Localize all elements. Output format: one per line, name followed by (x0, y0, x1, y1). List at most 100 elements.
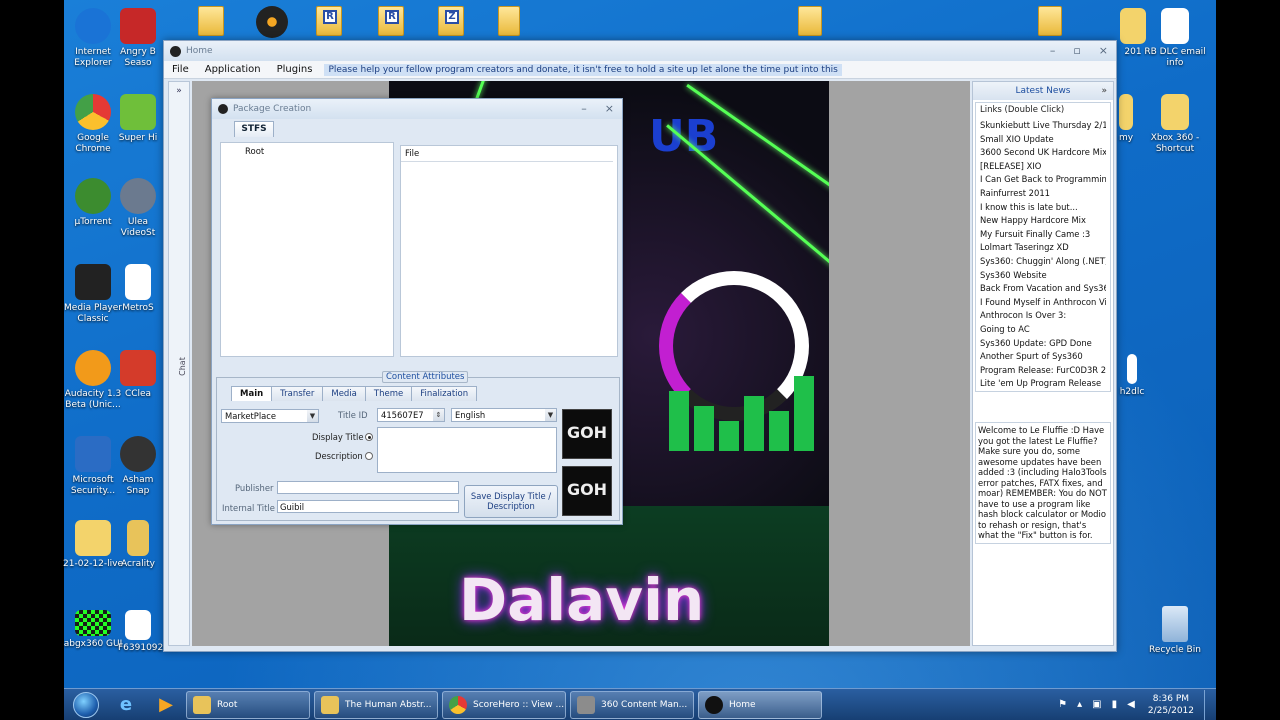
taskbar-item-root[interactable]: Root (186, 690, 310, 719)
save-display-title-button[interactable]: Save Display Title / Description (464, 485, 558, 518)
chevron-right-icon[interactable]: » (169, 86, 189, 96)
list-item[interactable]: New Happy Hardcore Mix (980, 214, 1106, 228)
desktop-icon-google-chrome[interactable]: Google Chrome (62, 94, 124, 155)
desktop-icon-super-hi[interactable]: Super Hi (118, 94, 158, 144)
menu-plugins[interactable]: Plugins (269, 64, 321, 75)
usb-icon[interactable]: ▣ (1092, 699, 1101, 710)
media-icon[interactable] (256, 6, 288, 38)
chevron-down-icon[interactable]: ▼ (545, 409, 556, 421)
publisher-input[interactable] (277, 481, 459, 494)
list-item[interactable]: Going to AC (980, 323, 1106, 337)
desktop-icon-abgx360-gui[interactable]: abgx360 GUI (62, 610, 124, 650)
tab-media[interactable]: Media (322, 386, 366, 401)
list-item[interactable]: Skunkiebutt Live Thursday 2/16 (980, 119, 1106, 133)
display-title-radio[interactable] (365, 433, 373, 441)
desktop-icon-recycle-bin[interactable]: Recycle Bin (1144, 606, 1206, 656)
desktop-icon-acrality[interactable]: Acrality (118, 520, 158, 570)
tree-root-node[interactable]: Root (245, 147, 264, 157)
desktop-icon-videostudio[interactable]: Ulea VideoSt (118, 178, 158, 239)
folder-icon[interactable] (498, 6, 520, 36)
minimize-icon[interactable]: – (581, 102, 587, 115)
folder-icon[interactable] (1038, 6, 1062, 36)
title-id-field[interactable]: 415607E7 ⇕ (377, 408, 445, 422)
list-item[interactable]: I Can Get Back to Programming :O (980, 173, 1106, 187)
chevron-down-icon[interactable]: ▼ (307, 410, 318, 422)
description-radio[interactable] (365, 452, 373, 460)
list-item[interactable]: Back From Vacation and Sys360 (980, 282, 1106, 296)
list-item[interactable]: I know this is late but... (980, 201, 1106, 215)
package-thumbnail[interactable]: GOH (562, 409, 612, 459)
desktop-icon-f63910920[interactable]: F63910920... (118, 610, 178, 654)
list-item[interactable]: Anthrocon Is Over 3: (980, 309, 1106, 323)
package-tree[interactable]: Root (220, 142, 394, 357)
display-title-textarea[interactable] (377, 427, 557, 473)
media-player-pin[interactable]: ▶ (146, 690, 186, 720)
taskbar-item-scorehero[interactable]: ScoreHero :: View ... (442, 690, 566, 719)
tab-finalization[interactable]: Finalization (411, 386, 478, 401)
start-button[interactable] (66, 690, 106, 720)
taskbar-item-360-content-manager[interactable]: 360 Content Man... (570, 690, 694, 719)
desktop-icon-utorrent[interactable]: µTorrent (62, 178, 124, 228)
folder-r-icon[interactable]: R (378, 6, 404, 36)
desktop-icon-internet-explorer[interactable]: Internet Explorer (62, 8, 124, 69)
list-item[interactable]: Small XIO Update (980, 133, 1106, 147)
taskbar-item-human-abstract[interactable]: The Human Abstr... (314, 690, 438, 719)
tab-main[interactable]: Main (231, 386, 273, 401)
list-item[interactable]: My Fursuit Finally Came :3 (980, 228, 1106, 242)
desktop-icon-rb-dlc-email-info[interactable]: RB DLC email info (1144, 8, 1206, 69)
list-item[interactable]: Lite 'em Up Program Release (980, 377, 1106, 391)
chat-panel[interactable]: » Chat (168, 81, 190, 646)
show-desktop-button[interactable] (1204, 689, 1216, 720)
list-item[interactable]: Program Release: FurC0D3R 2.0 (980, 364, 1106, 378)
desktop-icon-h2dlc[interactable]: h2dlc (1114, 354, 1150, 398)
tab-theme[interactable]: Theme (364, 386, 413, 401)
list-item[interactable]: I Found Myself in Anthrocon Vide... (980, 296, 1106, 310)
network-icon[interactable]: ▮ (1112, 699, 1118, 710)
flag-icon[interactable]: ⚑ (1058, 699, 1067, 710)
file-list[interactable]: File (400, 145, 618, 357)
volume-icon[interactable]: ◀ (1127, 699, 1135, 710)
folder-z-icon[interactable]: Z (438, 6, 464, 36)
tray-arrow-icon[interactable]: ▴ (1077, 699, 1082, 710)
desktop-icon-audacity[interactable]: Audacity 1.3 Beta (Unic... (62, 350, 124, 411)
desktop-icon-ccleaner[interactable]: CClea (118, 350, 158, 400)
close-icon[interactable]: × (1099, 44, 1108, 57)
desktop-icon-21-02-12-live[interactable]: 21-02-12-live (62, 520, 124, 570)
tab-transfer[interactable]: Transfer (271, 386, 324, 401)
language-select[interactable]: English ▼ (451, 408, 557, 422)
taskbar-item-home[interactable]: Home (698, 690, 822, 719)
desktop-icon-my[interactable]: my (1114, 94, 1138, 144)
dialog-titlebar[interactable]: Package Creation – × (212, 99, 622, 119)
list-item[interactable]: Sys360: Chuggin' Along (.NET) (980, 255, 1106, 269)
package-type-select[interactable]: MarketPlace ▼ (221, 409, 319, 423)
stepper-icon[interactable]: ⇕ (433, 409, 444, 421)
desktop-icon-angry-birds[interactable]: Angry B Seaso (118, 8, 158, 69)
clock[interactable]: 8:36 PM 2/25/2012 (1148, 693, 1194, 717)
internal-title-input[interactable]: Guibil (277, 500, 459, 513)
tab-stfs[interactable]: STFS (234, 121, 274, 137)
folder-icon[interactable] (198, 6, 224, 36)
title-thumbnail[interactable]: GOH (562, 466, 612, 516)
chevron-right-icon[interactable]: » (1101, 86, 1107, 96)
menu-application[interactable]: Application (197, 64, 269, 75)
list-item[interactable]: Another Spurt of Sys360 (980, 350, 1106, 364)
list-item[interactable]: [RELEASE] XIO (980, 160, 1106, 174)
list-item[interactable]: Rainfurrest 2011 (980, 187, 1106, 201)
close-icon[interactable]: × (605, 102, 614, 115)
desktop-icon-ashampoo-snap[interactable]: Asham Snap (118, 436, 158, 497)
desktop-icon-metro[interactable]: MetroS (118, 264, 158, 314)
folder-icon[interactable] (798, 6, 822, 36)
minimize-icon[interactable]: – (1050, 44, 1056, 57)
donate-link[interactable]: Please help your fellow program creators… (324, 63, 842, 76)
list-item[interactable]: Lolmart Taseringz XD (980, 241, 1106, 255)
menu-file[interactable]: File (164, 64, 197, 75)
desktop-icon-microsoft-security[interactable]: Microsoft Security... (62, 436, 124, 497)
main-window-titlebar[interactable]: Home (164, 41, 1116, 61)
folder-r-icon[interactable]: R (316, 6, 342, 36)
list-item[interactable]: Sys360 Website (980, 269, 1106, 283)
desktop-icon-media-player-classic[interactable]: Media Player Classic (62, 264, 124, 325)
list-item[interactable]: Sys360 Update: GPD Done (980, 337, 1106, 351)
file-column-header[interactable]: File (401, 146, 613, 162)
internet-explorer-pin[interactable]: e (106, 690, 146, 720)
list-item[interactable]: 3600 Second UK Hardcore Mix (980, 146, 1106, 160)
